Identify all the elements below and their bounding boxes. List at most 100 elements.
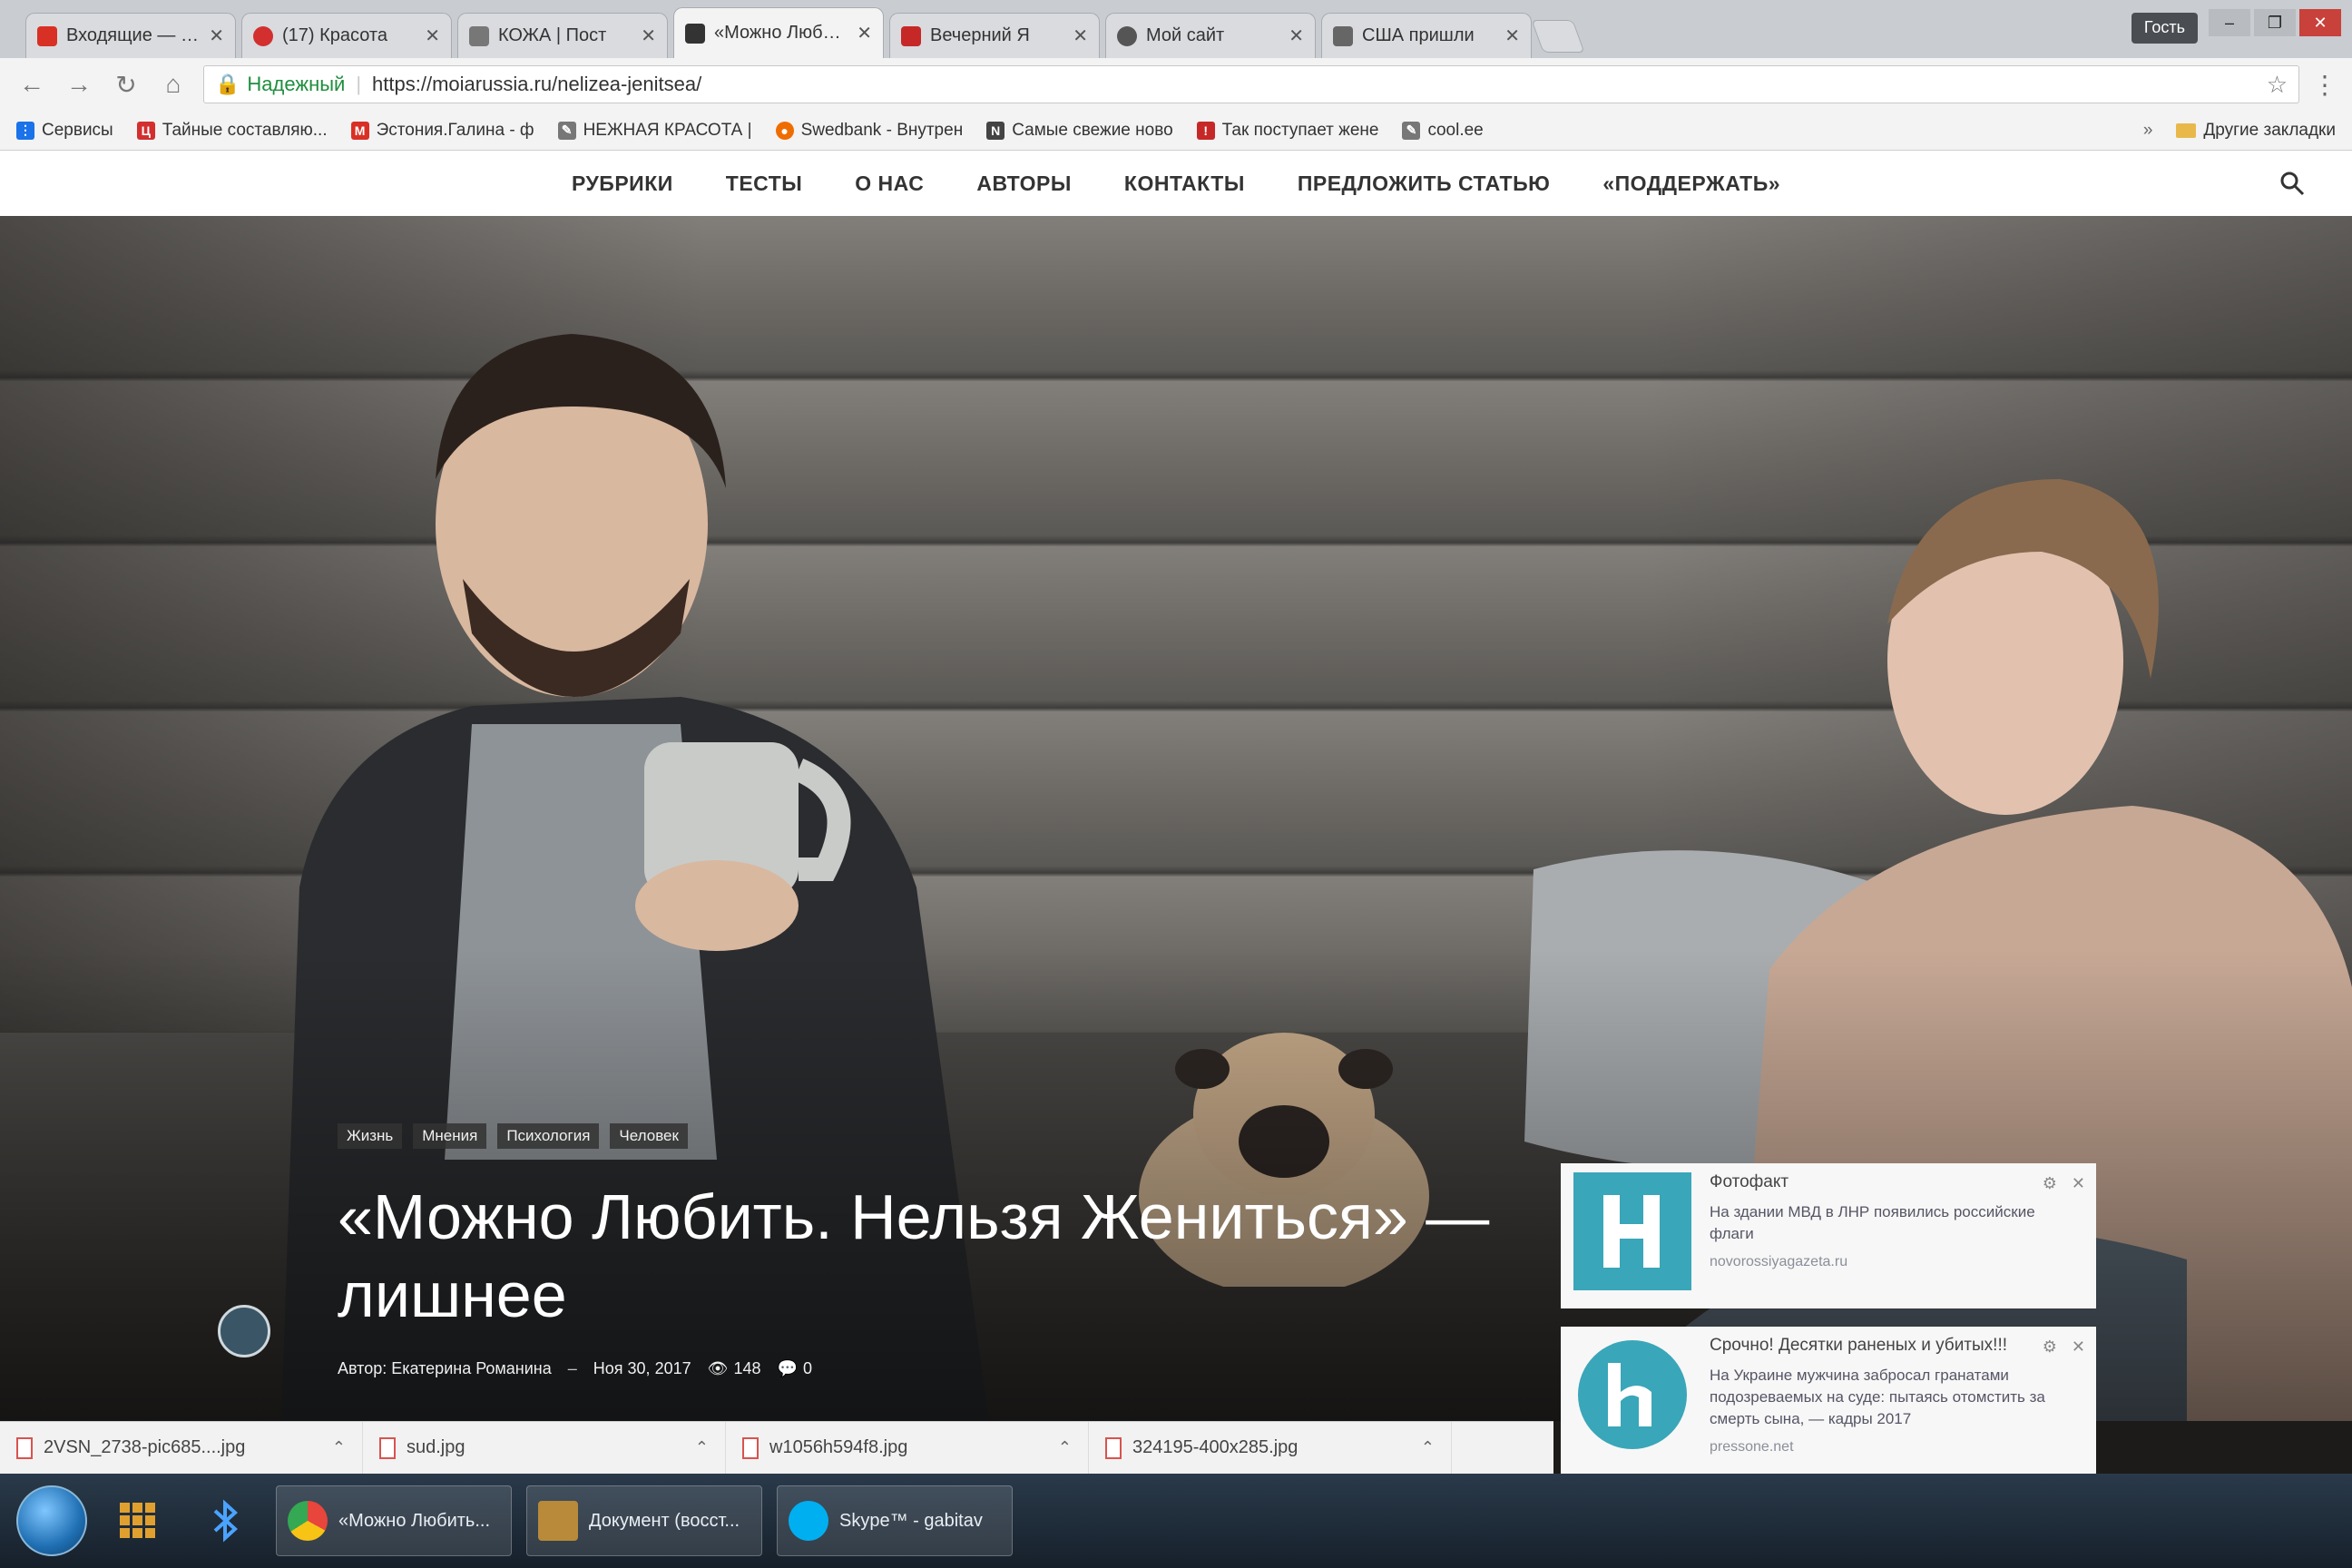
nav-tests[interactable]: ТЕСТЫ	[726, 172, 803, 196]
ad-source: pressone.net	[1710, 1439, 1794, 1455]
chrome-icon	[288, 1501, 328, 1541]
close-icon[interactable]: ✕	[2072, 1338, 2085, 1357]
close-tab-icon[interactable]: ✕	[641, 24, 656, 47]
tag-psychology[interactable]: Психология	[497, 1123, 600, 1149]
close-tab-icon[interactable]: ✕	[425, 24, 440, 47]
start-button[interactable]	[16, 1485, 87, 1556]
bluetooth-glyph-icon	[213, 1499, 238, 1543]
chevron-up-icon[interactable]: ⌃	[1421, 1438, 1435, 1457]
browser-tab[interactable]: (17) Красота ✕	[241, 13, 452, 58]
gmail-favicon-icon	[37, 25, 57, 46]
apps-grid-icon[interactable]	[102, 1485, 174, 1556]
browser-tab-active[interactable]: «Можно Любить ✕	[673, 7, 884, 58]
browser-tab[interactable]: Мой сайт ✕	[1105, 13, 1316, 58]
nav-contacts[interactable]: КОНТАКТЫ	[1124, 172, 1245, 196]
ad-headline: Фотофакт	[1710, 1172, 1789, 1191]
task-label: Документ (восст...	[589, 1510, 740, 1531]
close-icon[interactable]: ✕	[2072, 1174, 2085, 1193]
eye-icon: 👁	[707, 1359, 729, 1377]
close-tab-icon[interactable]: ✕	[1073, 24, 1088, 47]
browser-tab[interactable]: Вечерний Я ✕	[889, 13, 1100, 58]
ad-text: На Украине мужчина забросал гранатами по…	[1710, 1367, 2045, 1427]
bookmark-item[interactable]: M Эстония.Галина - ф	[350, 120, 534, 141]
url-text[interactable]: https://moiarussia.ru/nelizea-jenitsea/	[372, 73, 701, 96]
profile-chip[interactable]: Гость	[2131, 13, 2198, 44]
other-bookmarks[interactable]: Другие закладки	[2176, 121, 2336, 141]
comments-count: 0	[802, 1359, 812, 1377]
bookmark-label: Эстония.Галина - ф	[376, 120, 534, 140]
close-tab-icon[interactable]: ✕	[1504, 24, 1520, 47]
settings-gear-icon[interactable]: ⚙	[2043, 1338, 2057, 1357]
search-icon[interactable]	[2279, 171, 2305, 196]
bookmark-item[interactable]: Ц Тайные составляю...	[136, 120, 328, 141]
nav-suggest-article[interactable]: ПРЕДЛОЖИТЬ СТАТЬЮ	[1298, 172, 1551, 196]
chevron-up-icon[interactable]: ⌃	[1058, 1438, 1072, 1457]
window-controls: – ❐ ✕	[2209, 9, 2341, 36]
taskbar-task-document[interactable]: Документ (восст...	[526, 1485, 762, 1556]
close-tab-icon[interactable]: ✕	[209, 24, 224, 47]
taskbar-task-chrome[interactable]: «Можно Любить...	[276, 1485, 512, 1556]
comments-stat[interactable]: 💬 0	[778, 1359, 812, 1378]
chevron-up-icon[interactable]: ⌃	[332, 1438, 346, 1457]
bookmark-label: Так поступает жене	[1221, 120, 1379, 140]
tag-life[interactable]: Жизнь	[338, 1123, 403, 1149]
image-file-icon	[16, 1436, 33, 1459]
maximize-button[interactable]: ❐	[2254, 9, 2296, 36]
download-item[interactable]: 2VSN_2738-pic685....jpg ⌃	[0, 1421, 363, 1475]
settings-gear-icon[interactable]: ⚙	[2043, 1174, 2057, 1193]
new-tab-button[interactable]	[1531, 20, 1585, 53]
browser-tab[interactable]: Входящие — Gmail ✕	[25, 13, 236, 58]
taskbar-task-skype[interactable]: Skype™ - gabitav	[777, 1485, 1013, 1556]
article-meta: Автор: Екатерина Романина – Ноя 30, 2017…	[338, 1359, 812, 1378]
minimize-button[interactable]: –	[2209, 9, 2250, 36]
bookmark-label: Тайные составляю...	[162, 120, 328, 140]
address-bar[interactable]: 🔒 Надежный | https://moiarussia.ru/neliz…	[203, 65, 2299, 103]
grid-glyph-icon	[120, 1503, 155, 1538]
nav-rubrics[interactable]: РУБРИКИ	[572, 172, 673, 196]
chevron-up-icon[interactable]: ⌃	[695, 1438, 709, 1457]
ad-source: novorossiyagazeta.ru	[1710, 1254, 1848, 1269]
nav-about[interactable]: О НАС	[855, 172, 924, 196]
browser-tab[interactable]: КОЖА | Пост ✕	[457, 13, 668, 58]
forward-arrow-icon[interactable]: →	[62, 67, 96, 102]
close-tab-icon[interactable]: ✕	[857, 22, 872, 44]
nav-authors[interactable]: АВТОРЫ	[976, 172, 1072, 196]
download-item[interactable]: 324195-400x285.jpg ⌃	[1089, 1421, 1452, 1475]
download-shelf: 2VSN_2738-pic685....jpg ⌃ sud.jpg ⌃ w105…	[0, 1421, 1553, 1475]
article-author[interactable]: Автор: Екатерина Романина	[338, 1359, 552, 1378]
bluetooth-icon[interactable]	[189, 1485, 261, 1556]
push-notification-ad[interactable]: Фотофакт На здании МВД в ЛНР появились р…	[1561, 1163, 2096, 1308]
author-avatar[interactable]	[218, 1305, 270, 1357]
alert-favicon-icon: !	[1196, 121, 1215, 140]
more-bookmarks-chevron-icon[interactable]: »	[2143, 121, 2153, 141]
download-item[interactable]: w1056h594f8.jpg ⌃	[726, 1421, 1089, 1475]
gmail-favicon-icon: M	[350, 121, 369, 140]
views-count: 148	[733, 1359, 761, 1377]
ad-body: Фотофакт На здании МВД в ЛНР появились р…	[1710, 1172, 2083, 1299]
bookmark-item[interactable]: ⋮ Сервисы	[16, 121, 113, 141]
home-icon[interactable]: ⌂	[156, 67, 191, 102]
back-arrow-icon[interactable]: ←	[15, 67, 49, 102]
download-item[interactable]: sud.jpg ⌃	[363, 1421, 726, 1475]
tab-title: (17) Красота	[282, 25, 387, 45]
apps-grid-icon: ⋮	[16, 121, 34, 140]
bookmark-item[interactable]: N Самые свежие ново	[986, 120, 1173, 141]
tag-human[interactable]: Человек	[610, 1123, 688, 1149]
site-favicon-icon	[253, 25, 273, 46]
bookmark-item[interactable]: ● Swedbank - Внутрен	[775, 121, 963, 141]
skype-icon	[789, 1501, 828, 1541]
bookmark-item[interactable]: ✎ cool.ee	[1402, 121, 1484, 141]
nav-support[interactable]: «ПОДДЕРЖАТЬ»	[1602, 172, 1780, 196]
bookmark-label: Самые свежие ново	[1012, 120, 1173, 140]
browser-menu-icon[interactable]: ⋮	[2312, 70, 2337, 100]
bookmark-label: Сервисы	[42, 120, 113, 140]
reload-icon[interactable]: ↻	[109, 67, 143, 102]
close-window-button[interactable]: ✕	[2299, 9, 2341, 36]
bookmark-item[interactable]: ✎ НЕЖНАЯ КРАСОТА |	[557, 121, 752, 141]
meta-separator: –	[567, 1359, 577, 1377]
tag-opinions[interactable]: Мнения	[413, 1123, 487, 1149]
bookmark-item[interactable]: ! Так поступает жене	[1196, 120, 1379, 141]
browser-tab[interactable]: США пришли ✕	[1321, 13, 1532, 58]
bookmark-star-icon[interactable]: ☆	[2267, 71, 2288, 99]
close-tab-icon[interactable]: ✕	[1289, 24, 1304, 47]
